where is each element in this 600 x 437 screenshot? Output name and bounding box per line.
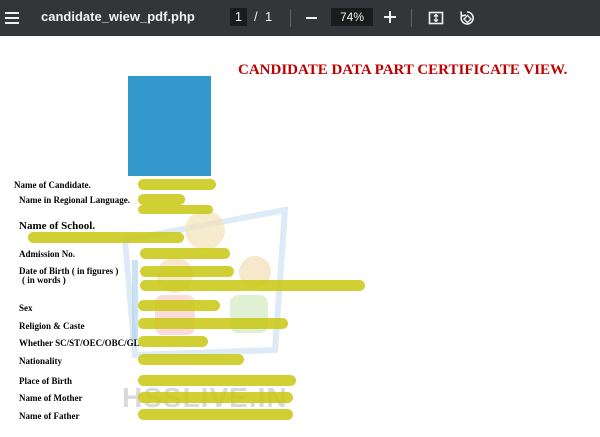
redacted-name-regional [138, 194, 185, 205]
redacted-name-of-school [28, 232, 184, 243]
menu-icon[interactable] [5, 9, 19, 27]
rotate-icon[interactable] [458, 9, 476, 32]
document-heading: CANDIDATE DATA PART CERTIFICATE VIEW. [238, 62, 568, 78]
label-religion-caste: Religion & Caste [19, 321, 85, 331]
redacted-name-regional-2 [138, 205, 213, 214]
label-name-of-candidate: Name of Candidate. [14, 180, 91, 190]
redacted-name-of-mother [138, 392, 293, 403]
zoom-out-button[interactable] [306, 17, 317, 19]
zoom-in-button[interactable] [384, 11, 396, 23]
toolbar-divider [290, 9, 291, 27]
fit-to-page-icon[interactable] [428, 10, 444, 31]
label-name-of-school: Name of School. [19, 220, 96, 232]
zoom-level-input[interactable]: 74% [331, 8, 373, 26]
total-pages: 1 [265, 9, 273, 24]
page-number-input[interactable]: 1 [230, 8, 247, 26]
label-nationality: Nationality [19, 356, 63, 366]
label-admission-no: Admission No. [19, 249, 76, 259]
redacted-admission-no [140, 248, 230, 259]
redacted-dob-words [140, 280, 365, 291]
label-place-of-birth: Place of Birth [19, 376, 72, 386]
label-name-of-father: Name of Father [19, 411, 80, 421]
redacted-nationality [138, 354, 244, 365]
redacted-name-of-father [138, 409, 293, 420]
redacted-dob-figures [140, 266, 234, 277]
pdf-toolbar: candidate_wiew_pdf.php 1 / 1 74% [0, 0, 600, 36]
document-title: candidate_wiew_pdf.php [41, 9, 195, 24]
toolbar-divider [411, 9, 412, 27]
redacted-sex [138, 300, 220, 311]
redacted-name-of-candidate [138, 179, 216, 190]
label-sex: Sex [19, 303, 33, 313]
candidate-photo [128, 76, 211, 176]
label-name-of-mother: Name of Mother [19, 393, 83, 403]
redacted-category [138, 336, 208, 347]
page-separator: / [254, 9, 258, 24]
label-dob-words: ( in words ) [22, 275, 66, 285]
redacted-place-of-birth [138, 375, 296, 386]
label-name-regional: Name in Regional Language. [19, 195, 131, 205]
redacted-religion-caste [138, 318, 288, 329]
label-category: Whether SC/ST/OEC/OBC/GL [19, 338, 140, 348]
